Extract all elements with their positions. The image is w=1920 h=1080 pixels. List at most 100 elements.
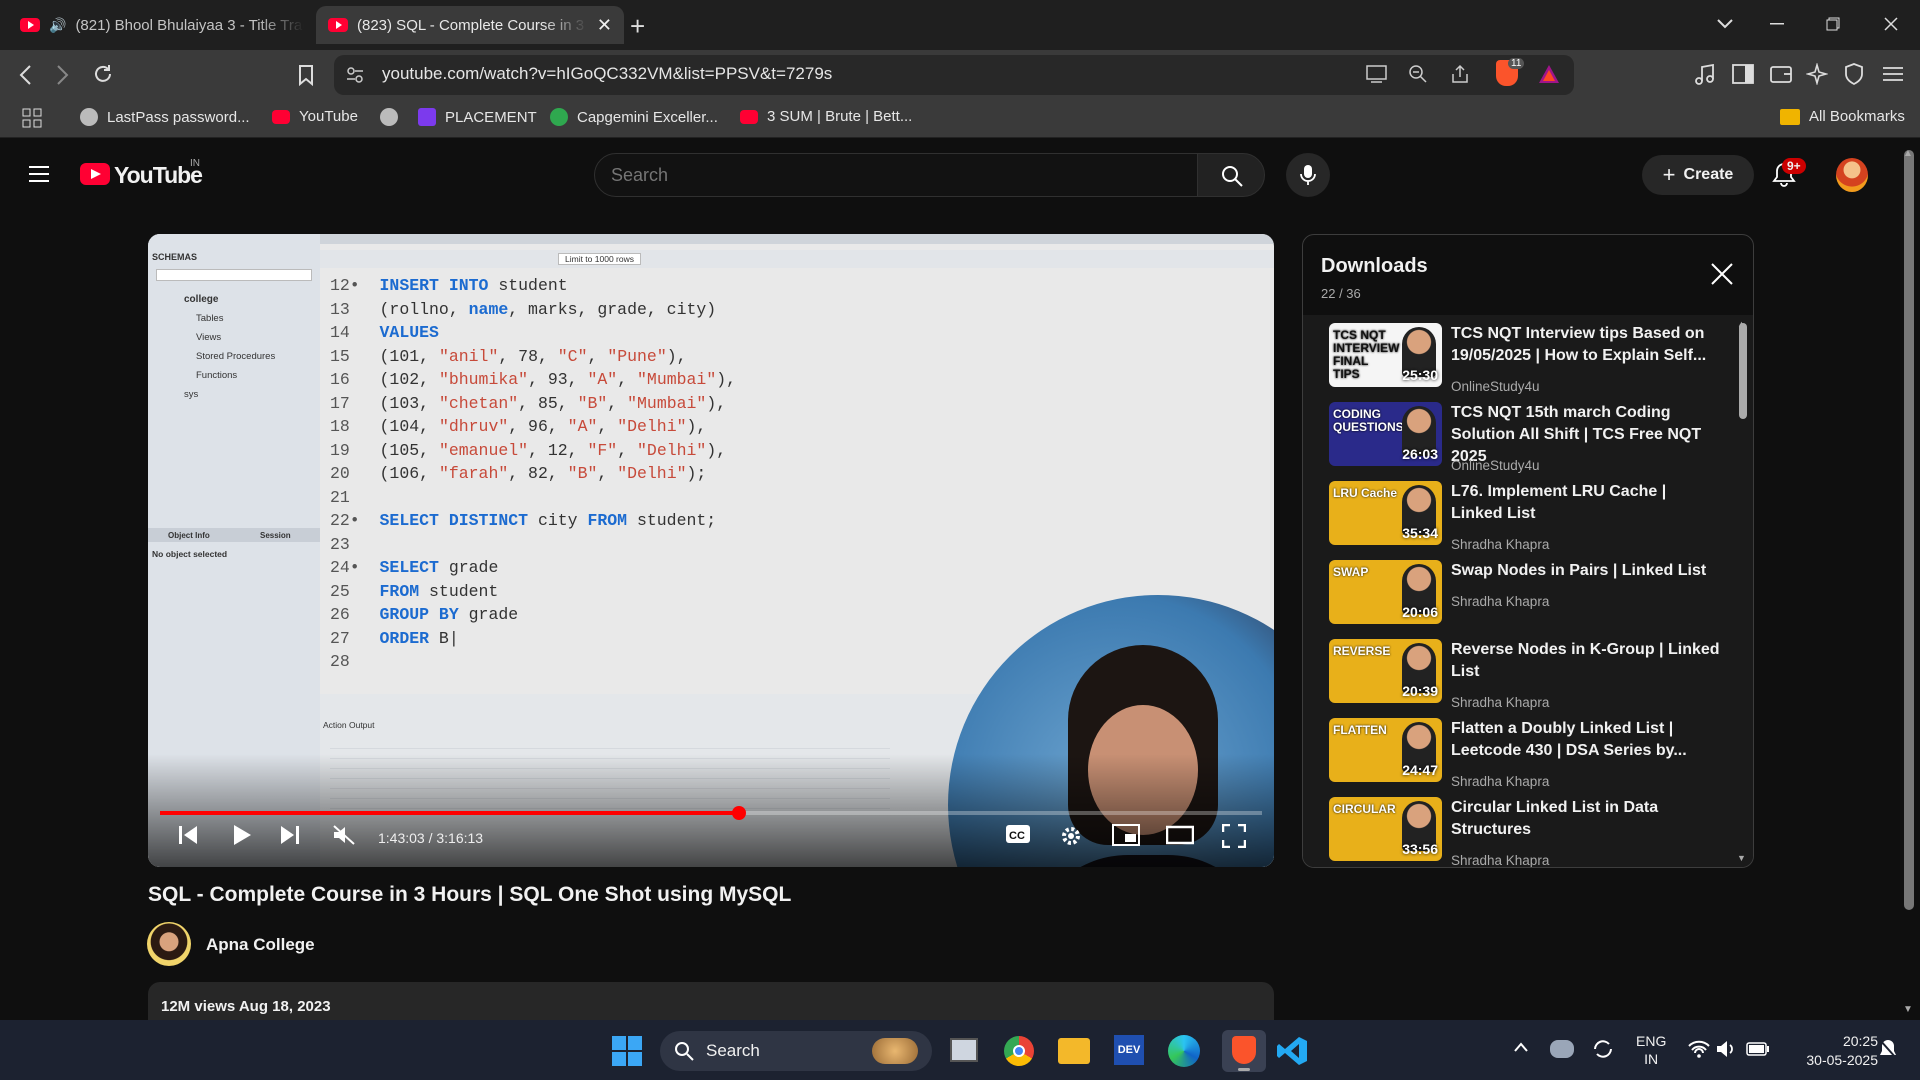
video-thumbnail[interactable]: CIRCULAR 33:56: [1329, 797, 1442, 861]
volume-icon[interactable]: [1716, 1040, 1736, 1058]
video-thumbnail[interactable]: SWAP 20:06: [1329, 560, 1442, 624]
tab-search-chevron-icon[interactable]: [1700, 8, 1750, 40]
task-view-icon[interactable]: [950, 1038, 978, 1062]
restore-button[interactable]: [1808, 8, 1858, 40]
vscode-icon[interactable]: [1276, 1035, 1308, 1067]
video-thumbnail[interactable]: TCS NQT INTERVIEW FINAL TIPS 25:30: [1329, 323, 1442, 387]
bookmark-capgemini[interactable]: Capgemini Exceller...: [550, 108, 718, 126]
show-hidden-icons-chevron[interactable]: [1514, 1042, 1528, 1052]
new-tab-button[interactable]: +: [630, 11, 645, 42]
onedrive-icon[interactable]: [1550, 1040, 1574, 1058]
video-thumbnail[interactable]: REVERSE 20:39: [1329, 639, 1442, 703]
progress-bar[interactable]: [160, 806, 1262, 820]
close-tab-icon[interactable]: ✕: [597, 15, 612, 36]
playlist-item[interactable]: LRU Cache 35:34 L76. Implement LRU Cache |…: [1329, 481, 1729, 553]
fullscreen-icon[interactable]: [1222, 824, 1246, 848]
voice-search-button[interactable]: [1286, 153, 1330, 197]
menu-icon[interactable]: [1882, 66, 1904, 82]
playlist-item-title[interactable]: Flatten a Doubly Linked List | Leetcode …: [1451, 718, 1721, 762]
notification-center-icon[interactable]: [1878, 1038, 1898, 1060]
url-text[interactable]: youtube.com/watch?v=hIGoQC332VM&list=PPS…: [382, 64, 832, 84]
create-button[interactable]: + Create: [1642, 155, 1754, 195]
play-icon[interactable]: [232, 824, 252, 846]
close-playlist-icon[interactable]: [1711, 263, 1733, 285]
search-box[interactable]: [594, 153, 1198, 197]
search-button[interactable]: [1197, 153, 1265, 197]
previous-icon[interactable]: [178, 824, 198, 846]
minimize-button[interactable]: [1752, 8, 1802, 40]
file-explorer-icon[interactable]: [1058, 1038, 1090, 1064]
theater-mode-icon[interactable]: [1166, 824, 1194, 846]
playlist-item-title[interactable]: TCS NQT Interview tips Based on 19/05/20…: [1451, 323, 1721, 367]
video-thumbnail[interactable]: FLATTEN 24:47: [1329, 718, 1442, 782]
playlist-item[interactable]: CIRCULAR 33:56 Circular Linked List in Dat…: [1329, 797, 1729, 867]
bookmark-placement[interactable]: PLACEMENT: [418, 108, 537, 126]
vpn-shield-icon[interactable]: [1844, 63, 1864, 85]
chrome-icon[interactable]: [1004, 1036, 1034, 1066]
site-info-icon[interactable]: [346, 66, 364, 84]
bookmark-icon[interactable]: [298, 64, 314, 86]
close-window-button[interactable]: [1866, 8, 1916, 40]
sidebar-icon[interactable]: [1732, 64, 1754, 84]
tab-sql-course[interactable]: (823) SQL - Complete Course in 3 Hours ✕: [316, 6, 624, 44]
media-icon[interactable]: [1694, 64, 1716, 86]
brave-taskbar-button[interactable]: [1222, 1030, 1266, 1072]
wifi-icon[interactable]: [1688, 1040, 1710, 1058]
language-indicator[interactable]: ENG IN: [1636, 1032, 1666, 1068]
page-scroll-down-icon[interactable]: ▼: [1903, 1004, 1913, 1015]
playlist-item[interactable]: REVERSE 20:39 Reverse Nodes in K-Group | L…: [1329, 639, 1729, 711]
video-thumbnail[interactable]: CODING QUESTIONS 26:03: [1329, 402, 1442, 466]
hamburger-menu-icon[interactable]: [28, 165, 50, 183]
captions-icon[interactable]: CC: [1005, 824, 1031, 844]
next-icon[interactable]: [280, 824, 300, 846]
youtube-logo-text[interactable]: YouTube: [114, 162, 203, 189]
share-icon[interactable]: [1450, 64, 1470, 84]
tab-bhool-bhulaiyaa[interactable]: 🔊 (821) Bhool Bhulaiyaa 3 - Title Track: [8, 6, 316, 44]
video-thumbnail[interactable]: LRU Cache 35:34: [1329, 481, 1442, 545]
edge-icon[interactable]: [1168, 1035, 1200, 1067]
video-player[interactable]: SCHEMAS college Tables Views Stored Proc…: [148, 234, 1274, 867]
bookmark-globe[interactable]: [380, 108, 398, 126]
windows-start-icon[interactable]: [612, 1036, 642, 1066]
miniplayer-icon[interactable]: [1112, 824, 1140, 846]
playlist-item-title[interactable]: Reverse Nodes in K-Group | Linked List: [1451, 639, 1721, 683]
taskbar-search[interactable]: Search: [660, 1031, 932, 1071]
back-icon[interactable]: [18, 64, 32, 86]
apps-grid-icon[interactable]: [22, 108, 42, 128]
bookmark-3sum[interactable]: 3 SUM | Brute | Bett...: [740, 108, 912, 125]
speaker-icon[interactable]: 🔊: [49, 17, 66, 34]
forward-icon[interactable]: [56, 64, 70, 86]
scroll-up-icon[interactable]: ▲: [1737, 319, 1746, 329]
playlist-item-title[interactable]: Swap Nodes in Pairs | Linked List: [1451, 560, 1721, 582]
playlist-item[interactable]: FLATTEN 24:47 Flatten a Doubly Linked List…: [1329, 718, 1729, 790]
channel-name[interactable]: Apna College: [206, 935, 315, 955]
clock[interactable]: 20:25 30-05-2025: [1786, 1032, 1878, 1070]
page-scroll-up-icon[interactable]: ▲: [1903, 148, 1913, 159]
search-input[interactable]: [611, 165, 1171, 186]
dev-cpp-icon[interactable]: DEV: [1114, 1035, 1144, 1065]
cast-icon[interactable]: [1366, 64, 1388, 84]
playlist-scrollbar[interactable]: [1739, 323, 1747, 419]
battery-icon[interactable]: [1746, 1042, 1770, 1056]
playlist-item[interactable]: CODING QUESTIONS 26:03 TCS NQT 15th march …: [1329, 402, 1729, 474]
bookmark-lastpass[interactable]: LastPass password...: [80, 108, 250, 126]
scroll-down-icon[interactable]: ▼: [1737, 853, 1746, 863]
settings-gear-icon[interactable]: [1059, 824, 1083, 848]
scrubber-handle[interactable]: [731, 806, 746, 820]
channel-avatar[interactable]: [147, 922, 191, 966]
zoom-icon[interactable]: [1408, 64, 1428, 84]
all-bookmarks[interactable]: All Bookmarks: [1780, 108, 1905, 125]
reload-icon[interactable]: [92, 63, 114, 85]
wallet-icon[interactable]: [1770, 64, 1792, 84]
user-avatar[interactable]: [1836, 158, 1868, 192]
sync-icon[interactable]: [1592, 1038, 1614, 1060]
playlist-item-title[interactable]: L76. Implement LRU Cache | Linked List: [1451, 481, 1721, 525]
bookmark-youtube[interactable]: YouTube: [272, 108, 358, 125]
playlist-item[interactable]: SWAP 20:06 Swap Nodes in Pairs | Linked Li…: [1329, 560, 1729, 632]
playlist-item[interactable]: TCS NQT INTERVIEW FINAL TIPS 25:30 TCS NQT…: [1329, 323, 1729, 395]
page-scrollbar[interactable]: [1904, 150, 1914, 910]
playlist-item-title[interactable]: Circular Linked List in Data Structures: [1451, 797, 1721, 841]
muted-speaker-icon[interactable]: [332, 824, 356, 846]
youtube-logo-icon[interactable]: [80, 163, 110, 185]
leo-ai-icon[interactable]: [1806, 63, 1828, 85]
